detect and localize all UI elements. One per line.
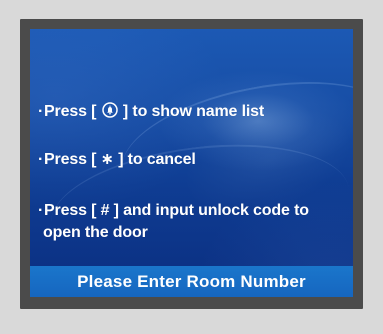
instruction-prefix: Press [ [44,151,97,168]
asterisk-key-label: ∗ [100,151,114,168]
intercom-panel: ·Press [ ] to show name list ·Press [ ∗ … [20,19,363,309]
instruction-unlock: ·Press [ # ] and input unlock code to [38,201,309,221]
hash-key-label: # [100,202,110,219]
instruction-prefix: Press [ [44,103,97,120]
instruction-prefix: Press [ [44,202,97,219]
status-bar: Please Enter Room Number [30,266,353,297]
bullet-point: · [38,151,44,168]
bell-icon [101,102,118,118]
instruction-cancel: ·Press [ ∗ ] to cancel [38,150,196,170]
instruction-suffix: ] to cancel [118,151,196,168]
status-message: Please Enter Room Number [77,271,306,291]
display-screen: ·Press [ ] to show name list ·Press [ ∗ … [30,29,353,297]
instruction-suffix: ] and input unlock code to [113,202,309,219]
instruction-unlock-continuation: open the door [43,224,148,241]
bullet-point: · [38,103,44,120]
instruction-suffix: ] to show name list [122,103,265,120]
bullet-point: · [38,202,44,219]
instruction-show-name-list: ·Press [ ] to show name list [38,100,264,122]
